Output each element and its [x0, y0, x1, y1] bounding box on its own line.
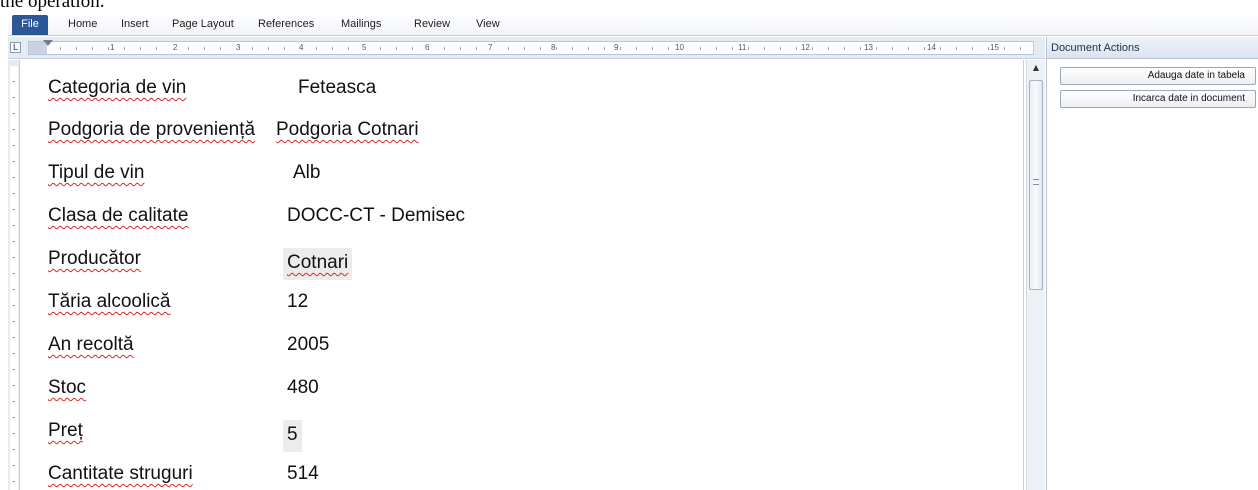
tab-home[interactable]: Home — [68, 18, 97, 30]
tab-file[interactable]: File — [12, 15, 48, 35]
ruler-number: 2 — [172, 42, 179, 54]
ruler-number: 9 — [613, 42, 620, 54]
field-value: 12 — [287, 291, 309, 312]
field-label: Categoria de vin — [48, 77, 187, 98]
first-line-indent-marker[interactable] — [43, 40, 53, 46]
grip-icon — [1033, 179, 1039, 185]
page-caption: the operation. — [0, 0, 105, 12]
tab-view[interactable]: View — [476, 18, 500, 30]
field-value: 480 — [287, 377, 319, 398]
tab-selector-button[interactable]: L — [10, 42, 21, 53]
field-label: Cantitate struguri — [48, 463, 193, 484]
content-control-value[interactable]: 5 — [283, 420, 302, 452]
field-label: Tipul de vin — [48, 162, 145, 183]
ruler-number: 1 — [109, 42, 116, 54]
load-data-into-document-button[interactable]: Incarca date in document — [1060, 90, 1256, 108]
ruler-number: 4 — [298, 42, 305, 54]
field-label: Producător — [48, 248, 141, 269]
field-value: 2005 — [287, 334, 330, 355]
ruler-number: 7 — [487, 42, 494, 54]
ruler-number: 14 — [926, 42, 937, 54]
ruler-number: 3 — [235, 42, 242, 54]
field-value: Feteasca — [298, 77, 377, 98]
field-value: Podgoria Cotnari — [276, 119, 419, 140]
ruler-number: 15 — [989, 42, 1000, 54]
field-label: Preț — [48, 420, 83, 441]
pane-title: Document Actions — [1047, 37, 1258, 59]
tab-page-layout[interactable]: Page Layout — [172, 18, 234, 30]
tab-references[interactable]: References — [258, 18, 314, 30]
ruler-number: 11 — [737, 42, 748, 54]
document-page[interactable]: Categoria de vin Feteasca Podgoria de pr… — [21, 60, 1024, 490]
vertical-scrollbar[interactable]: ▲ — [1026, 60, 1045, 490]
scrollbar-thumb[interactable] — [1029, 80, 1043, 290]
ruler-number: 12 — [800, 42, 811, 54]
ruler-number: 5 — [361, 42, 368, 54]
field-label: Stoc — [48, 377, 87, 398]
ruler-row: L 1 2 3 4 5 6 7 8 9 10 11 12 13 14 15 — [8, 37, 1045, 59]
add-data-to-table-button[interactable]: Adauga date in tabela — [1060, 67, 1256, 85]
horizontal-ruler[interactable]: 1 2 3 4 5 6 7 8 9 10 11 12 13 14 15 — [28, 40, 1034, 55]
field-label: An recoltă — [48, 334, 134, 355]
field-value: DOCC-CT - Demisec — [287, 205, 466, 226]
ribbon-tab-bar: File Home Insert Page Layout References … — [8, 14, 1258, 36]
vertical-ruler-strip — [10, 66, 18, 490]
field-label: Podgoria de proveniență — [48, 119, 256, 140]
scroll-up-arrow-icon[interactable]: ▲ — [1027, 60, 1045, 76]
field-label: Clasa de calitate — [48, 205, 189, 226]
field-value: Alb — [293, 162, 321, 183]
tab-review[interactable]: Review — [414, 18, 450, 30]
document-actions-pane: Document Actions Adauga date in tabela I… — [1046, 37, 1258, 490]
ruler-number: 6 — [424, 42, 431, 54]
field-label: Tăria alcoolică — [48, 291, 171, 312]
tab-mailings[interactable]: Mailings — [341, 18, 381, 30]
vertical-ruler[interactable] — [8, 60, 20, 490]
ruler-number: 8 — [550, 42, 557, 54]
ruler-number: 13 — [863, 42, 874, 54]
field-value: 514 — [287, 463, 319, 484]
tab-insert[interactable]: Insert — [121, 18, 149, 30]
content-control-value[interactable]: Cotnari — [283, 248, 353, 280]
ruler-number: 10 — [674, 42, 685, 54]
